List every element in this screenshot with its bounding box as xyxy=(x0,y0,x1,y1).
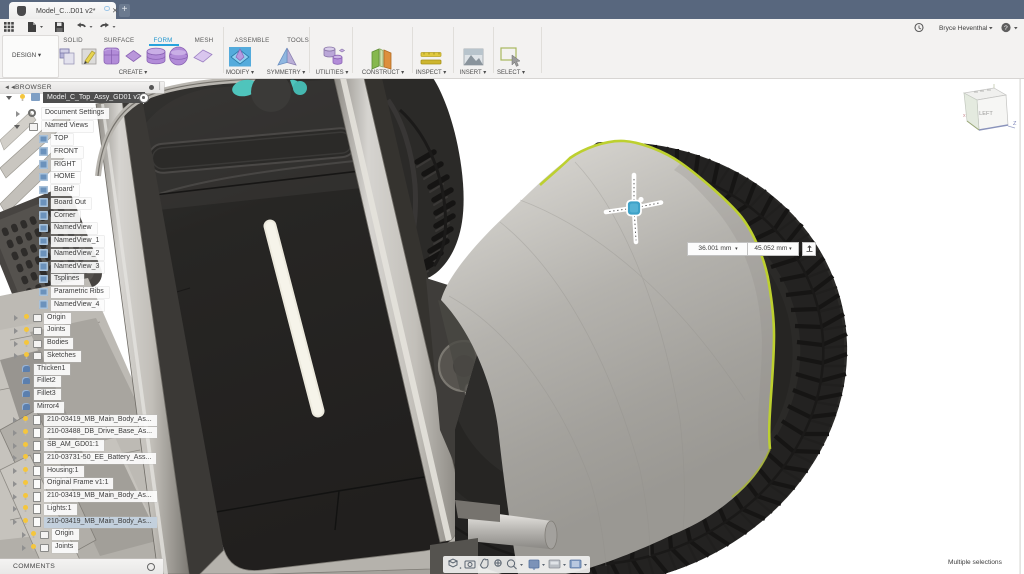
svg-text:Z: Z xyxy=(1013,121,1017,127)
svg-text:?: ? xyxy=(1004,25,1008,32)
svg-text:x: x xyxy=(963,113,966,119)
svg-text:Bryce Heventhal: Bryce Heventhal xyxy=(939,25,988,32)
svg-text:LEFT: LEFT xyxy=(979,111,993,117)
